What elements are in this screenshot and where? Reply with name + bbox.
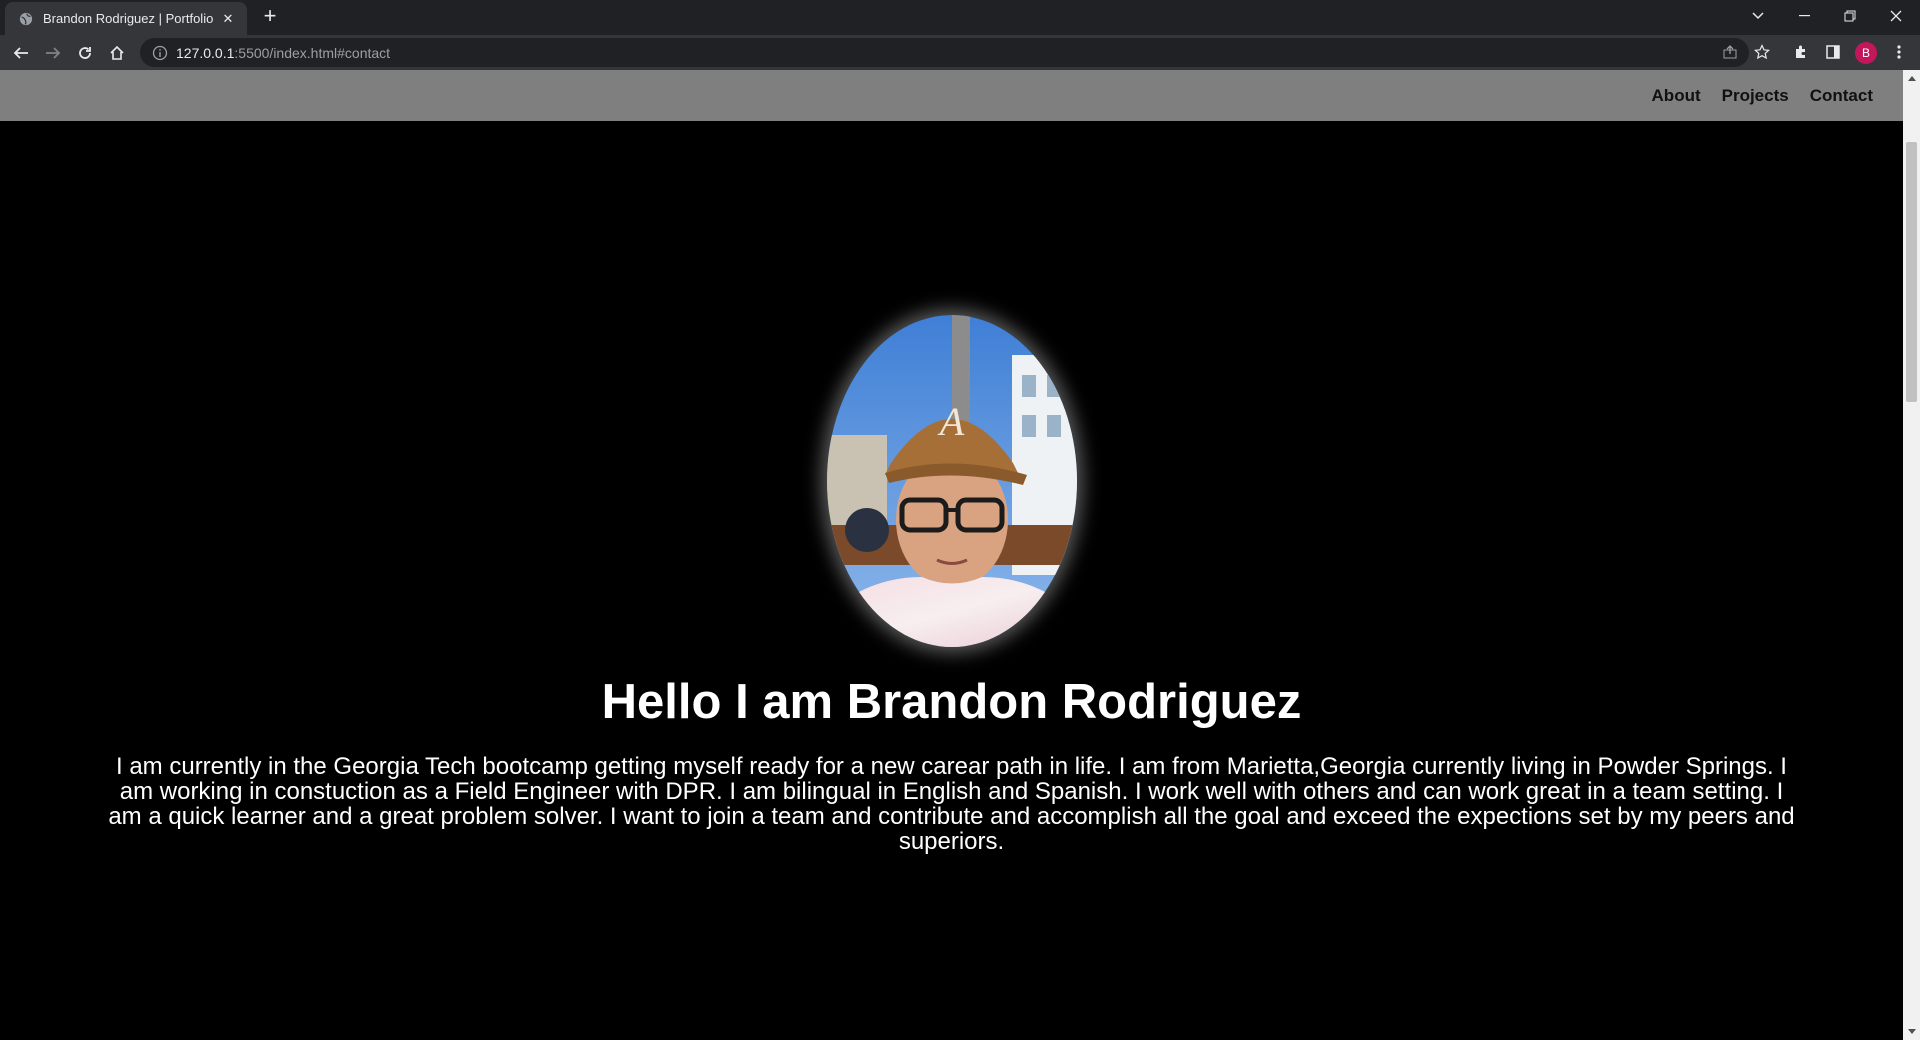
page-viewport: About Projects Contact A Hello I am Bran…: [0, 70, 1903, 1040]
hero-heading: Hello I am Brandon Rodriguez: [601, 675, 1302, 729]
restore-icon[interactable]: [1827, 0, 1873, 32]
page-scrollbar[interactable]: [1903, 70, 1920, 1040]
svg-text:A: A: [937, 399, 965, 444]
site-header: About Projects Contact: [0, 70, 1903, 121]
tab-title: Brandon Rodriguez | Portfolio: [43, 11, 214, 26]
site-info-icon[interactable]: [152, 45, 168, 61]
globe-icon: [19, 12, 33, 25]
share-icon[interactable]: [1716, 38, 1744, 66]
close-tab-icon[interactable]: ✕: [219, 11, 237, 27]
hero-bio: I am currently in the Georgia Tech bootc…: [108, 753, 1795, 855]
scroll-down-icon[interactable]: [1903, 1023, 1920, 1040]
nav-link-contact[interactable]: Contact: [1810, 86, 1873, 106]
minimize-icon[interactable]: [1781, 0, 1827, 32]
address-bar[interactable]: 127.0.0.1:5500/index.html#contact: [140, 38, 1749, 67]
new-tab-icon[interactable]: +: [258, 5, 282, 29]
forward-icon[interactable]: [39, 39, 67, 67]
side-panel-icon[interactable]: [1819, 38, 1847, 66]
nav-link-about[interactable]: About: [1652, 86, 1701, 106]
browser-tab[interactable]: Brandon Rodriguez | Portfolio ✕: [5, 2, 247, 35]
browser-menu-icon[interactable]: [1885, 38, 1913, 66]
extensions-icon[interactable]: [1787, 38, 1815, 66]
browser-tab-bar: Brandon Rodriguez | Portfolio ✕ +: [0, 0, 1920, 35]
nav-link-projects[interactable]: Projects: [1722, 86, 1789, 106]
back-icon[interactable]: [7, 39, 35, 67]
scroll-thumb[interactable]: [1906, 142, 1917, 402]
close-window-icon[interactable]: [1873, 0, 1919, 32]
home-icon[interactable]: [103, 39, 131, 67]
profile-photo: A: [827, 315, 1077, 647]
site-nav: About Projects Contact: [1652, 70, 1873, 121]
bookmark-star-icon[interactable]: [1748, 38, 1776, 66]
profile-avatar[interactable]: B: [1855, 42, 1877, 64]
browser-toolbar: 127.0.0.1:5500/index.html#contact: [0, 35, 1920, 70]
reload-icon[interactable]: [71, 39, 99, 67]
url-text: 127.0.0.1:5500/index.html#contact: [176, 44, 391, 61]
scroll-up-icon[interactable]: [1903, 70, 1920, 87]
tab-search-icon[interactable]: [1735, 0, 1781, 32]
